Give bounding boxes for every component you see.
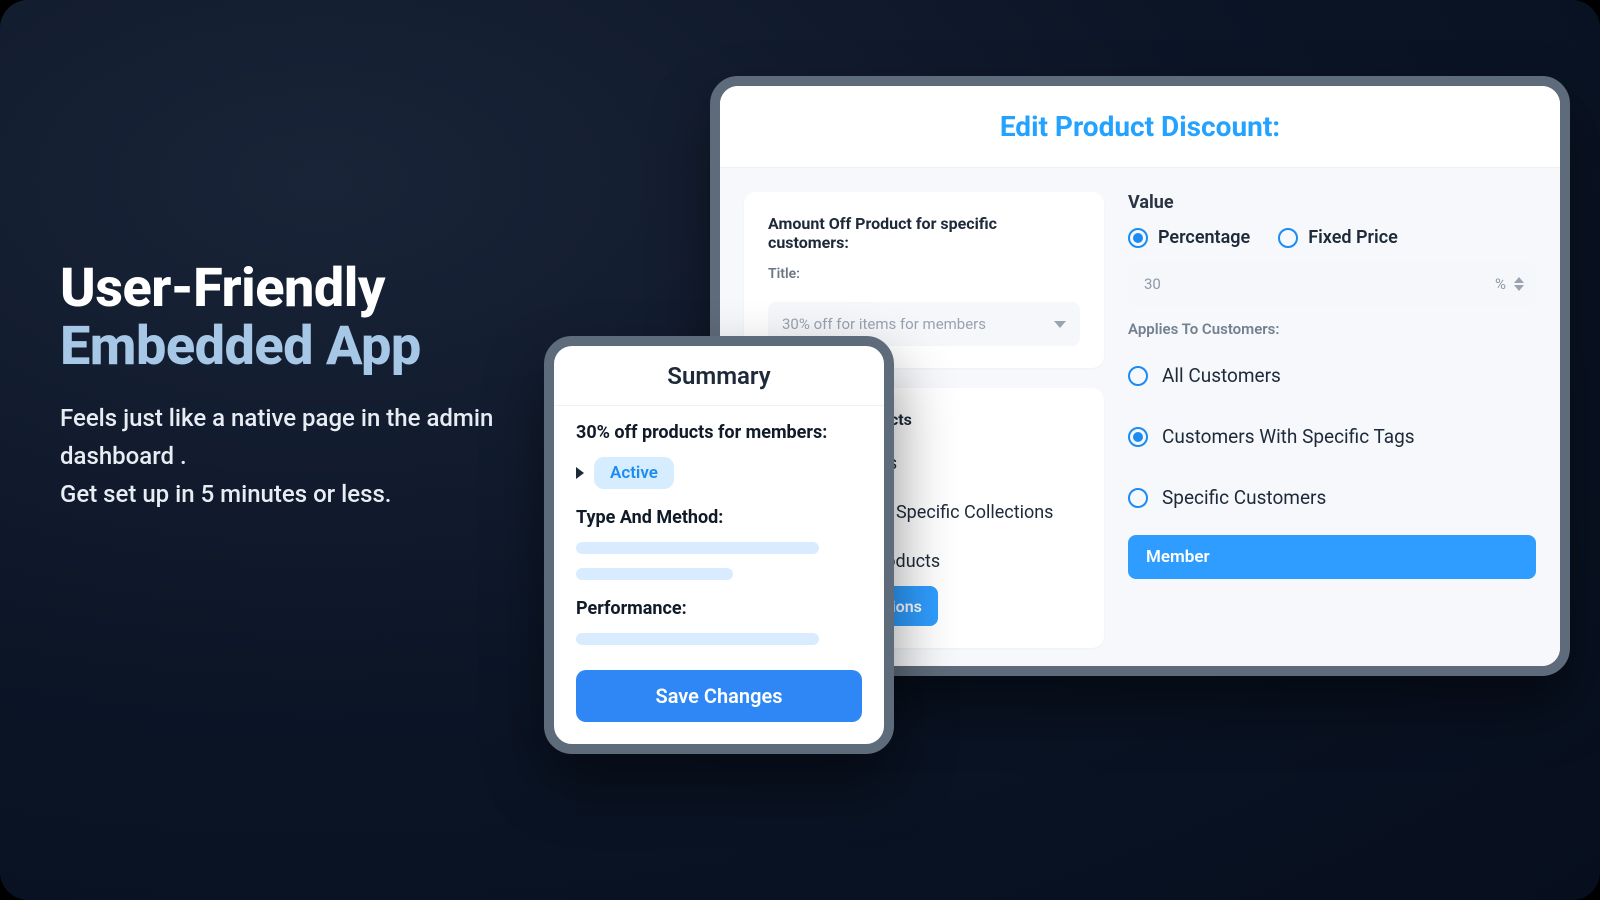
value-amount: 30 xyxy=(1144,275,1161,293)
value-type-group: Percentage Fixed Price xyxy=(1128,227,1536,248)
summary-header: Summary xyxy=(554,346,884,406)
skeleton-line xyxy=(576,568,733,580)
value-heading: Value xyxy=(1128,192,1536,213)
value-unit-stepper: % xyxy=(1495,275,1524,293)
marketing-canvas: User-Friendly Embedded App Feels just li… xyxy=(0,0,1600,900)
save-changes-button[interactable]: Save Changes xyxy=(576,670,862,722)
radio-icon xyxy=(1278,228,1298,248)
summary-title: 30% off products for members: xyxy=(576,422,862,443)
radio-icon xyxy=(1128,488,1148,508)
save-changes-label: Save Changes xyxy=(655,684,782,708)
option-specific-customers[interactable]: Specific Customers xyxy=(1128,474,1536,521)
value-amount-input[interactable]: 30 % xyxy=(1128,262,1536,306)
chevron-down-icon xyxy=(1054,321,1066,328)
chevron-up-icon xyxy=(1514,277,1524,283)
amount-off-heading: Amount Off Product for specific customer… xyxy=(768,214,1080,252)
customer-tag-label: Member xyxy=(1146,547,1210,567)
skeleton-line xyxy=(576,633,819,645)
hero-body-line1: Feels just like a native page in the adm… xyxy=(60,404,493,470)
hero-heading: User-Friendly Embedded App xyxy=(60,260,580,377)
customer-tag-chip[interactable]: Member xyxy=(1128,535,1536,579)
value-unit: % xyxy=(1495,275,1506,293)
hero-copy: User-Friendly Embedded App Feels just li… xyxy=(60,260,580,514)
option-tagged-customers-label: Customers With Specific Tags xyxy=(1162,425,1415,448)
option-specific-customers-label: Specific Customers xyxy=(1162,486,1326,509)
chevron-down-icon xyxy=(1514,285,1524,291)
value-type-percentage[interactable]: Percentage xyxy=(1128,227,1250,248)
hero-body-line2: Get set up in 5 minutes or less. xyxy=(60,480,391,508)
performance-label: Performance: xyxy=(576,598,862,619)
radio-icon xyxy=(1128,427,1148,447)
value-type-percentage-label: Percentage xyxy=(1158,227,1250,248)
summary-window: Summary 30% off products for members: Ac… xyxy=(544,336,894,754)
editor-title: Edit Product Discount: xyxy=(1000,110,1280,143)
radio-icon xyxy=(1128,228,1148,248)
editor-right-column: Value Percentage Fixed Price 30 % xyxy=(1128,192,1536,642)
summary-status-row: Active xyxy=(576,457,862,489)
stepper-arrows-icon[interactable] xyxy=(1514,277,1524,291)
radio-icon xyxy=(1128,366,1148,386)
value-type-fixed-label: Fixed Price xyxy=(1308,227,1398,248)
caret-right-icon[interactable] xyxy=(576,467,584,479)
discount-title-value: 30% off for items for members xyxy=(782,315,986,333)
option-tagged-customers[interactable]: Customers With Specific Tags xyxy=(1128,413,1536,460)
option-all-customers[interactable]: All Customers xyxy=(1128,352,1536,399)
amount-off-title-label: Title: xyxy=(768,266,1080,282)
hero-body: Feels just like a native page in the adm… xyxy=(60,399,580,514)
type-method-label: Type And Method: xyxy=(576,507,862,528)
status-badge: Active xyxy=(594,457,674,489)
summary-body: 30% off products for members: Active Typ… xyxy=(554,406,884,744)
hero-heading-line2: Embedded App xyxy=(60,318,580,376)
hero-heading-line1: User-Friendly xyxy=(60,257,385,320)
value-type-fixed[interactable]: Fixed Price xyxy=(1278,227,1398,248)
applies-customers-heading: Applies To Customers: xyxy=(1128,320,1536,338)
skeleton-line xyxy=(576,542,819,554)
editor-header: Edit Product Discount: xyxy=(720,86,1560,168)
option-all-customers-label: All Customers xyxy=(1162,364,1281,387)
